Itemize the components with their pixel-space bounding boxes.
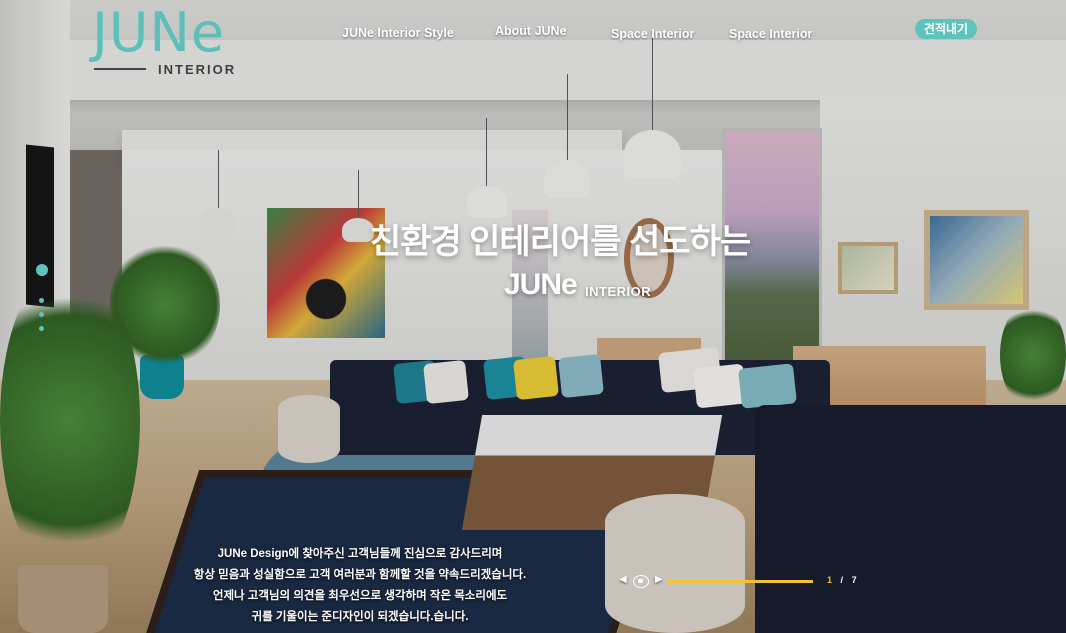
slider-controls: ◀ ▶ 1 / 7	[615, 572, 875, 592]
next-arrow-icon[interactable]: ▶	[655, 574, 663, 585]
nav-item-space-interior-2[interactable]: Space Interior	[729, 27, 812, 41]
intro-text: JUNe Design에 찾아주신 고객님들께 진심으로 감사드리며 항상 믿음…	[160, 544, 560, 628]
side-dot-active[interactable]	[36, 264, 48, 276]
hero-brand-sub: INTERIOR	[585, 284, 652, 299]
side-dot[interactable]	[39, 326, 44, 331]
side-pagination	[34, 264, 50, 336]
image-overlay	[0, 0, 1066, 633]
slide-counter: 1 / 7	[827, 575, 857, 585]
intro-line: 언제나 고객님의 의견을 최우선으로 생각하며 작은 목소리에도	[212, 590, 508, 602]
logo-subtitle: INTERIOR	[158, 62, 237, 77]
nav-item-space-interior[interactable]: Space Interior	[611, 27, 694, 41]
slide-current: 1	[827, 575, 833, 585]
hero-brand: JUNe	[504, 268, 578, 301]
prev-arrow-icon[interactable]: ◀	[619, 574, 627, 585]
hero-title: 친환경 인테리어를 선도하는	[369, 223, 751, 261]
estimate-button[interactable]: 견적내기	[915, 19, 977, 39]
side-dot[interactable]	[39, 298, 44, 303]
slide-separator: /	[840, 575, 844, 585]
nav-item-about[interactable]: About JUNe	[495, 24, 567, 38]
nav-item-interior-style[interactable]: JUNe Interior Style	[342, 26, 454, 40]
side-dot[interactable]	[39, 312, 44, 317]
hero-background-image	[0, 0, 1066, 633]
intro-line: JUNe Design에 찾아주신 고객님들께 진심으로 감사드리며	[217, 548, 503, 560]
slide-progress-fill	[667, 580, 813, 583]
pause-icon[interactable]	[633, 575, 649, 588]
logo-wordmark: JUNe	[92, 1, 226, 64]
logo[interactable]: JUNe INTERIOR	[92, 4, 262, 80]
logo-divider	[94, 68, 146, 70]
intro-line: 귀를 기울이는 준디자인이 되겠습니다.습니다.	[251, 611, 469, 623]
intro-line: 항상 믿음과 성실함으로 고객 여러분과 함께할 것을 약속드리겠습니다.	[193, 569, 527, 581]
slide-progress-bar	[667, 580, 813, 583]
slide-total: 7	[851, 575, 857, 585]
